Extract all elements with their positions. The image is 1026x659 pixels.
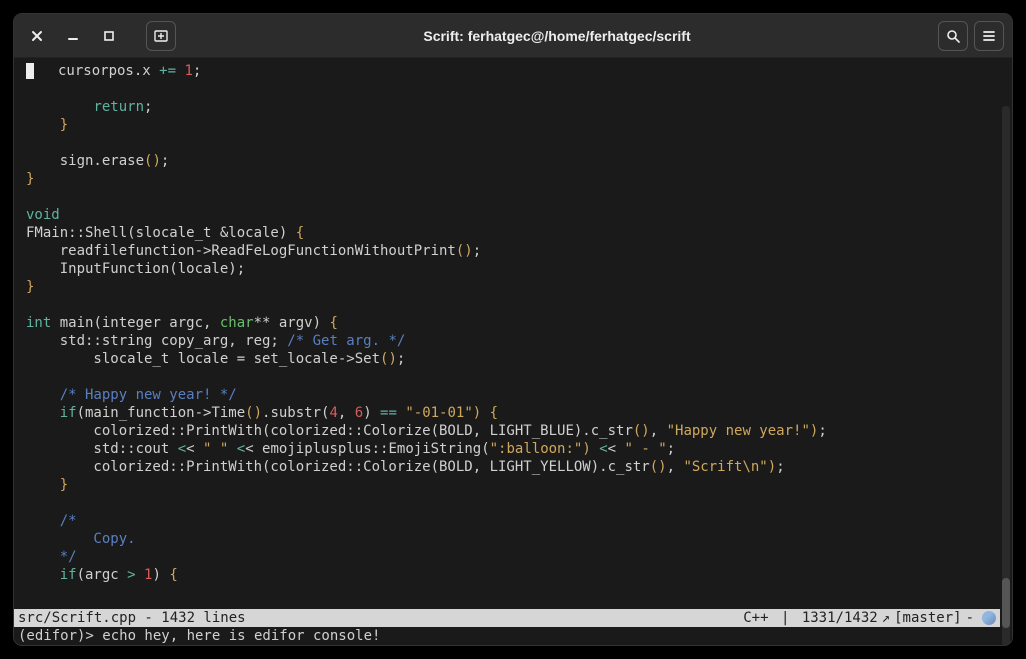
new-tab-button[interactable] — [146, 21, 176, 51]
window-title: Scrift: ferhatgec@/home/ferhatgec/scrift — [182, 28, 932, 44]
scrollbar-track[interactable] — [1002, 106, 1010, 645]
menu-button[interactable] — [974, 21, 1004, 51]
minimize-button[interactable] — [58, 21, 88, 51]
share-icon: ↗ — [882, 609, 890, 627]
status-branch: [master] — [894, 609, 961, 627]
terminal-window: Scrift: ferhatgec@/home/ferhatgec/scrift… — [14, 14, 1012, 645]
status-bar: src/Scrift.cpp - 1432 lines C++ | 1331/1… — [14, 609, 1000, 627]
close-button[interactable] — [22, 21, 52, 51]
maximize-button[interactable] — [94, 21, 124, 51]
scrollbar-thumb[interactable] — [1002, 578, 1010, 628]
console-text: (edifor)> echo hey, here is edifor conso… — [18, 628, 380, 644]
code-content: cursorpos.x += 1; return; } sign.erase()… — [14, 62, 1012, 584]
globe-icon — [982, 611, 996, 625]
search-button[interactable] — [938, 21, 968, 51]
editor-area[interactable]: cursorpos.x += 1; return; } sign.erase()… — [14, 58, 1012, 645]
titlebar: Scrift: ferhatgec@/home/ferhatgec/scrift — [14, 14, 1012, 58]
status-file: src/Scrift.cpp - 1432 lines — [18, 609, 743, 627]
status-tail: - — [966, 609, 974, 627]
console-line[interactable]: (edifor)> echo hey, here is edifor conso… — [14, 627, 1000, 645]
text-cursor — [26, 63, 34, 79]
status-position: 1331/1432 — [802, 609, 878, 627]
status-lang: C++ — [743, 609, 768, 627]
